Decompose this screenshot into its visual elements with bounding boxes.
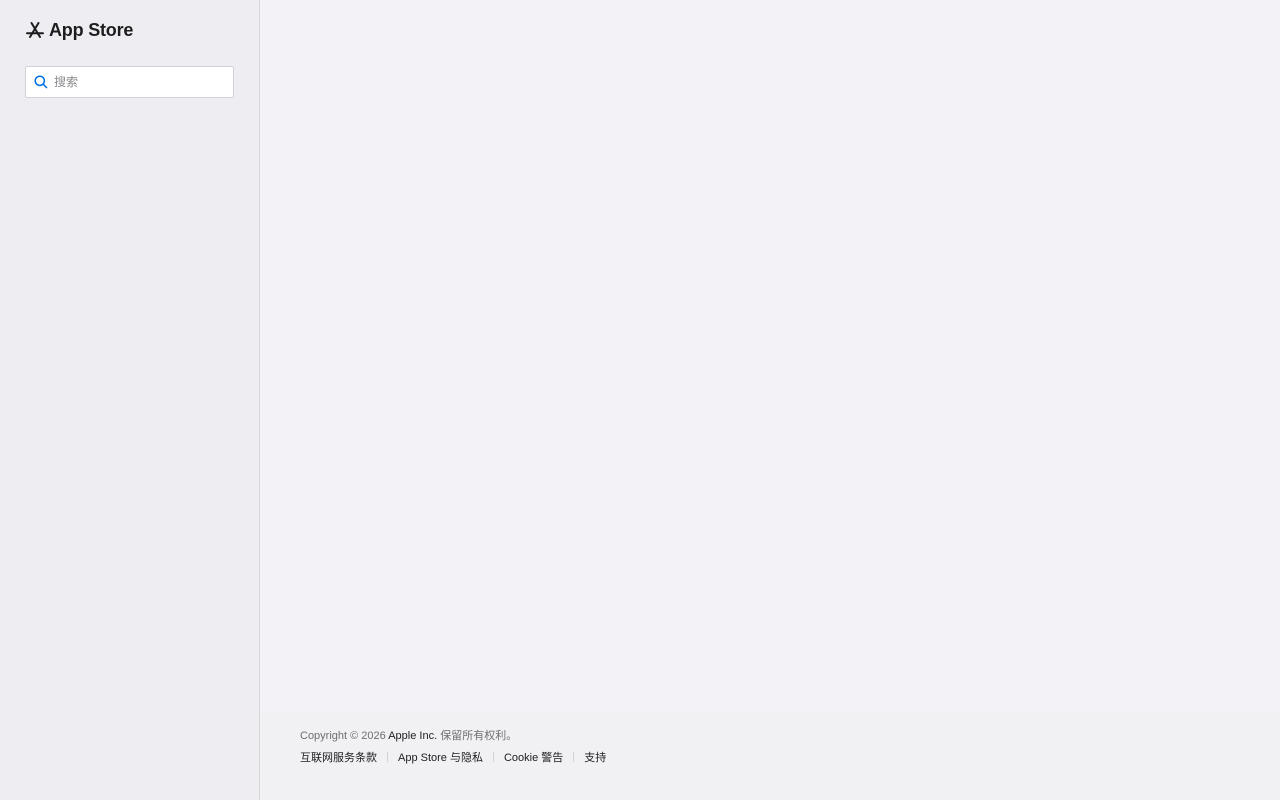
footer-link-separator [387,752,388,762]
copyright-text: Copyright © 2026 Apple Inc. 保留所有权利。 [300,727,517,743]
app-window: App Store Copyright © 2026 Apple Inc. 保留… [0,0,1280,800]
footer-link-cookie[interactable]: Cookie 警告 [504,749,563,765]
main-content [260,0,1280,712]
footer-link-support[interactable]: 支持 [584,749,606,765]
app-store-logo-link[interactable]: App Store [25,19,133,41]
footer-links: 互联网服务条款 App Store 与隐私 Cookie 警告 支持 [300,749,606,765]
footer-link-separator [492,752,494,762]
apple-inc-link[interactable]: Apple Inc. [388,730,437,742]
footer-link-terms[interactable]: 互联网服务条款 [300,749,377,765]
copyright-prefix: Copyright © 2026 [300,730,386,742]
app-store-icon [25,20,45,40]
app-store-title: App Store [49,19,134,40]
search-input[interactable] [54,75,224,89]
rights-text: 保留所有权利。 [440,730,518,742]
footer-link-privacy[interactable]: App Store 与隐私 [398,749,483,765]
footer-link-separator [573,752,575,762]
sidebar: App Store [0,0,260,800]
search-box[interactable] [25,66,234,98]
search-icon [34,75,48,89]
footer: Copyright © 2026 Apple Inc. 保留所有权利。 互联网服… [260,712,1280,800]
